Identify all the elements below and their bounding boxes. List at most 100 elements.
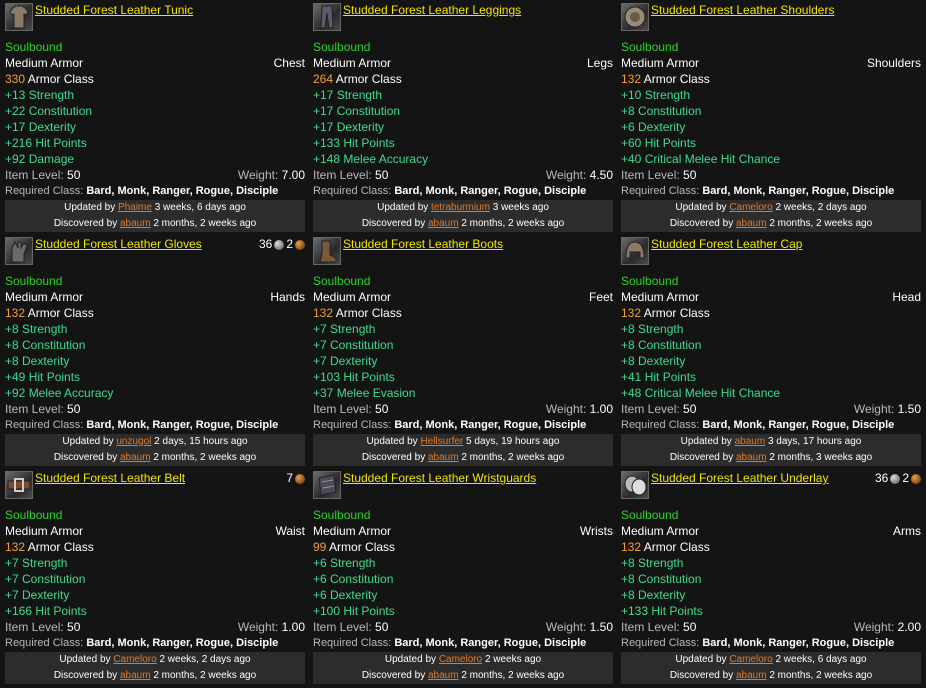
discovered-by-link[interactable]: abaum: [120, 218, 151, 229]
item-stat: +7 Strength: [313, 322, 376, 336]
weight: Weight: 1.00: [545, 402, 613, 416]
updated-line: Updated by abaum 3 days, 17 hours ago: [680, 436, 862, 447]
item-meta: Updated by Cameloro 2 weeks, 2 days ago D…: [621, 200, 921, 232]
item-name-link[interactable]: Studded Forest Leather Cap: [651, 237, 921, 252]
item-name-link[interactable]: Studded Forest Leather Underlay: [651, 471, 871, 486]
required-class-list: Bard, Monk, Ranger, Rogue, Disciple: [702, 419, 895, 431]
cap-icon[interactable]: [621, 237, 649, 265]
item-stat: +92 Damage: [5, 152, 75, 166]
armor-type-row: Medium Armor Arms: [621, 523, 921, 539]
soulbound-label: Soulbound: [621, 508, 679, 522]
belt-icon[interactable]: [5, 471, 33, 499]
updated-by-link[interactable]: Cameloro: [113, 654, 156, 665]
updated-by-link[interactable]: Phaime: [118, 202, 152, 213]
item-level: Item Level: 50: [621, 402, 697, 416]
item-stat: +6 Dexterity: [621, 120, 686, 134]
armor-value: 330: [5, 72, 26, 86]
equip-slot: Wrists: [579, 524, 613, 538]
item-stat: +8 Dexterity: [621, 354, 686, 368]
updated-by-link[interactable]: abaum: [735, 436, 766, 447]
item-stat: +8 Strength: [621, 322, 684, 336]
item-name-link[interactable]: Studded Forest Leather Shoulders: [651, 3, 921, 18]
item-name-link[interactable]: Studded Forest Leather Leggings: [343, 3, 613, 18]
discovered-by-link[interactable]: abaum: [120, 670, 151, 681]
armor-type-row: Medium Armor Waist: [5, 523, 305, 539]
updated-line: Updated by Phaime 3 weeks, 6 days ago: [64, 202, 246, 213]
discovered-by-link[interactable]: abaum: [428, 452, 459, 463]
armor-class: 132 Armor Class: [621, 71, 921, 87]
tunic-icon[interactable]: [5, 3, 33, 31]
boots-icon[interactable]: [313, 237, 341, 265]
armor-class: 132 Armor Class: [5, 305, 305, 321]
silver-coin-icon: [890, 473, 901, 484]
updated-by-link[interactable]: unzugol: [116, 436, 151, 447]
item-name-link[interactable]: Studded Forest Leather Boots: [343, 237, 613, 252]
equip-slot: Feet: [588, 290, 613, 304]
item-stat: +8 Constitution: [621, 104, 702, 118]
shoulders-icon[interactable]: [621, 3, 649, 31]
level-weight-row: Item Level: 50 Weight: 2.00: [621, 619, 921, 635]
discovered-by-link[interactable]: abaum: [428, 218, 459, 229]
armor-type-row: Medium Armor Hands: [5, 289, 305, 305]
armor-type-row: Medium Armor Legs: [313, 55, 613, 71]
item-level: Item Level: 50: [621, 620, 697, 634]
updated-by-link[interactable]: Cameloro: [729, 202, 772, 213]
item-price: 36 2: [259, 237, 305, 252]
level-weight-row: Item Level: 50: [621, 167, 921, 183]
armor-value: 132: [5, 306, 26, 320]
discovered-line: Discovered by abaum 2 months, 2 weeks ag…: [361, 452, 565, 463]
equip-slot: Legs: [586, 56, 613, 70]
discovered-by-link[interactable]: abaum: [120, 452, 151, 463]
silver-coin-icon: [274, 239, 285, 250]
updated-line: Updated by Cameloro 2 weeks, 6 days ago: [675, 654, 867, 665]
updated-by-link[interactable]: Cameloro: [439, 654, 482, 665]
item-stat: +13 Strength: [5, 88, 75, 102]
copper-coin-icon: [295, 473, 305, 484]
item-name-link[interactable]: Studded Forest Leather Gloves: [35, 237, 255, 252]
leggings-icon[interactable]: [313, 3, 341, 31]
updated-by-link[interactable]: Cameloro: [729, 654, 772, 665]
item-name-link[interactable]: Studded Forest Leather Tunic: [35, 3, 305, 18]
item-header: Studded Forest Leather Wristguards: [313, 471, 613, 503]
item-meta: Updated by Hellsurfer 5 days, 19 hours a…: [313, 434, 613, 466]
item-stat: +216 Hit Points: [5, 136, 87, 150]
updated-by-link[interactable]: Hellsurfer: [420, 436, 463, 447]
item-stat: +22 Constitution: [5, 104, 93, 118]
item-stat: +60 Hit Points: [621, 136, 697, 150]
discovered-by-link[interactable]: abaum: [736, 452, 767, 463]
item-grid: Studded Forest Leather Tunic Soulbound Med…: [0, 0, 926, 688]
item-stat: +49 Hit Points: [5, 370, 81, 384]
updated-by-link[interactable]: tetraburmium: [431, 202, 490, 213]
discovered-by-link[interactable]: abaum: [428, 670, 459, 681]
equip-slot: Hands: [270, 290, 305, 304]
armor-class: 132 Armor Class: [313, 305, 613, 321]
item-stat: +92 Melee Accuracy: [5, 386, 114, 400]
armor-label: Armor Class: [27, 306, 94, 320]
gloves-icon[interactable]: [5, 237, 33, 265]
item-stat: +8 Strength: [5, 322, 68, 336]
item-header: Studded Forest Leather Shoulders: [621, 3, 921, 35]
required-class: Required Class: Bard, Monk, Ranger, Rogu…: [621, 419, 895, 431]
item-header: Studded Forest Leather Tunic: [5, 3, 305, 35]
armor-value: 132: [621, 306, 642, 320]
discovered-by-link[interactable]: abaum: [736, 670, 767, 681]
item-stat: +48 Critical Melee Hit Chance: [621, 386, 781, 400]
item-meta: Updated by abaum 3 days, 17 hours ago Dis…: [621, 434, 921, 466]
item-name-link[interactable]: Studded Forest Leather Belt: [35, 471, 282, 486]
weight: Weight: 1.50: [545, 620, 613, 634]
armor-class: 99 Armor Class: [313, 539, 613, 555]
price-silver: 36: [874, 471, 889, 485]
armor-class: 132 Armor Class: [5, 539, 305, 555]
item-level: Item Level: 50: [313, 168, 389, 182]
wristguards-icon[interactable]: [313, 471, 341, 499]
level-weight-row: Item Level: 50 Weight: 1.00: [5, 619, 305, 635]
item-card: Studded Forest Leather Cap Soulbound Mediu…: [618, 234, 924, 468]
equip-slot: Chest: [273, 56, 305, 70]
item-name-link[interactable]: Studded Forest Leather Wristguards: [343, 471, 613, 486]
armor-class: 330 Armor Class: [5, 71, 305, 87]
level-weight-row: Item Level: 50 Weight: 4.50: [313, 167, 613, 183]
underlay-icon[interactable]: [621, 471, 649, 499]
item-stat: +8 Constitution: [621, 338, 702, 352]
armor-type: Medium Armor: [5, 56, 84, 70]
discovered-by-link[interactable]: abaum: [736, 218, 767, 229]
